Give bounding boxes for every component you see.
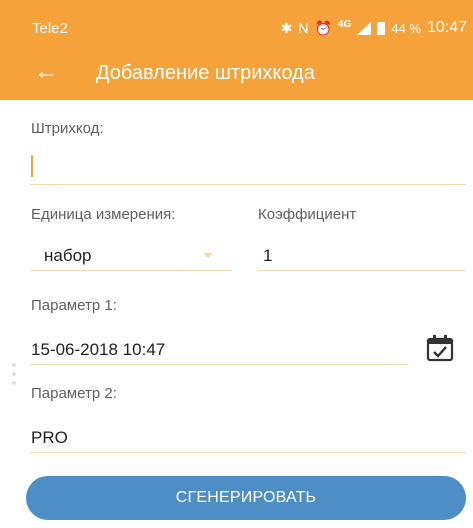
nfc-icon: N bbox=[298, 20, 309, 36]
network-type: 4G bbox=[337, 18, 352, 30]
generate-button[interactable]: СГЕНЕРИРОВАТЬ bbox=[26, 476, 466, 520]
barcode-underline bbox=[30, 184, 466, 185]
bluetooth-icon: ✱ bbox=[280, 20, 293, 36]
param2-input[interactable]: PRO bbox=[31, 428, 68, 448]
param2-underline bbox=[30, 452, 466, 453]
unit-underline bbox=[30, 270, 232, 271]
carrier-name: Tele2 bbox=[32, 20, 68, 37]
param1-input[interactable]: 15-06-2018 10:47 bbox=[31, 340, 165, 360]
param1-label: Параметр 1: bbox=[31, 297, 117, 314]
calendar-icon[interactable] bbox=[425, 333, 455, 363]
drag-handle[interactable] bbox=[10, 358, 18, 414]
status-bar: Tele2 ✱ N ⏰ 4G 44 % 10:47 bbox=[0, 0, 473, 48]
form: Штрихкод: Единица измерения: Коэффициент… bbox=[0, 100, 473, 528]
alarm-icon: ⏰ bbox=[314, 20, 332, 36]
barcode-caret bbox=[31, 155, 33, 177]
status-icons: ✱ N ⏰ 4G 44 % 10:47 bbox=[281, 19, 467, 37]
coefficient-input[interactable]: 1 bbox=[263, 246, 272, 266]
param1-underline bbox=[30, 364, 408, 365]
coefficient-underline bbox=[258, 270, 466, 271]
barcode-label: Штрихкод: bbox=[31, 120, 104, 137]
battery-icon bbox=[377, 21, 386, 35]
back-arrow-icon[interactable]: ← bbox=[34, 58, 58, 86]
coefficient-label: Коэффициент bbox=[258, 206, 357, 223]
dropdown-arrow-icon[interactable] bbox=[203, 253, 213, 258]
unit-select[interactable]: набор bbox=[44, 246, 92, 266]
battery-percent: 44 % bbox=[391, 20, 421, 36]
page-title: Добавление штрихкода bbox=[96, 62, 315, 84]
signal-icon bbox=[357, 21, 372, 35]
param2-label: Параметр 2: bbox=[31, 385, 117, 402]
clock: 10:47 bbox=[426, 19, 467, 36]
unit-label: Единица измерения: bbox=[31, 206, 176, 223]
app-toolbar: ← Добавление штрихкода bbox=[0, 48, 473, 100]
